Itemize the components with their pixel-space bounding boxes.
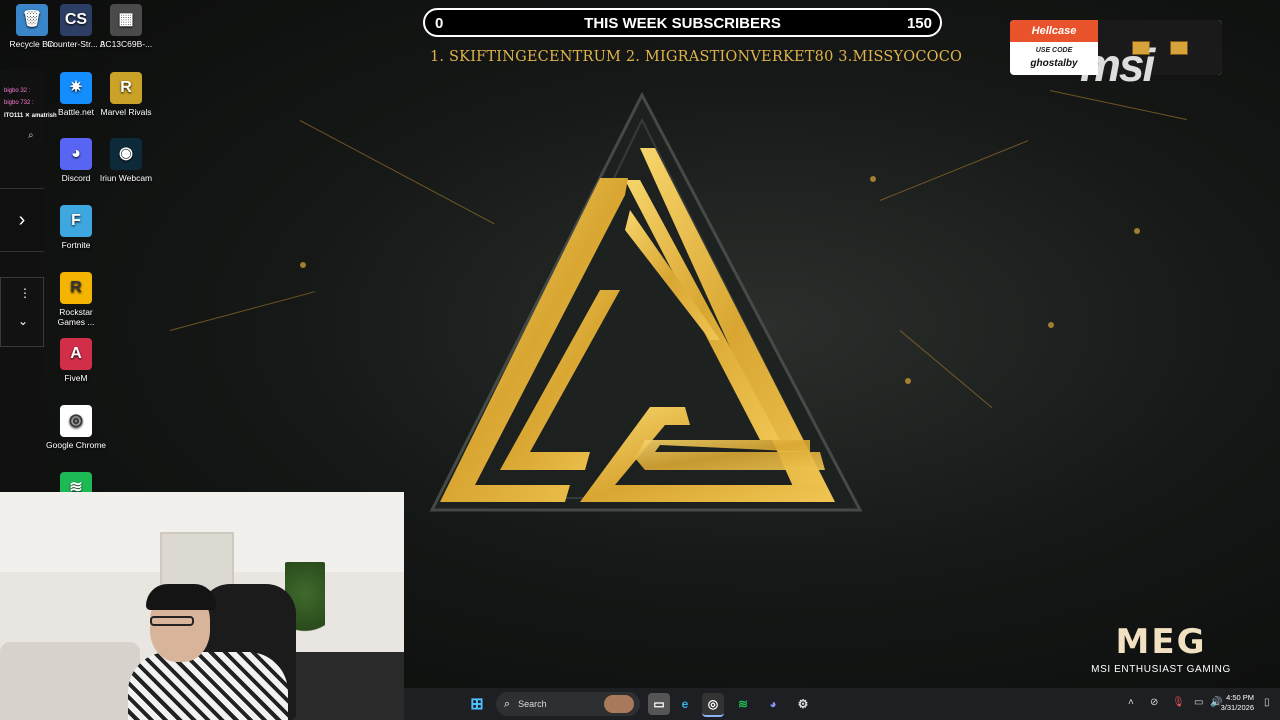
edge-icon[interactable]: e xyxy=(674,693,696,715)
system-clock[interactable]: 4:50 PM 3/31/2026 xyxy=(1221,693,1254,713)
settings-icon[interactable]: ⚙ xyxy=(792,693,814,715)
chevron-down-icon[interactable]: ⌄ xyxy=(18,314,28,328)
webcam-sofa xyxy=(0,642,140,720)
goal-end-value: 150 xyxy=(906,15,932,32)
desktop-icon-label: FiveM xyxy=(64,373,88,383)
marvel-rivals-icon: R xyxy=(110,72,142,104)
chrome-taskbar-icon[interactable]: ◎ xyxy=(702,693,724,717)
spotify-icon[interactable]: ≋ xyxy=(732,693,754,715)
more-vertical-icon[interactable]: ⋮ xyxy=(19,286,31,300)
msi-logo-watermark: msi xyxy=(1080,39,1155,91)
subscriber-goal-bar: 0 THIS WEEK SUBSCRIBERS 150 xyxy=(423,8,942,37)
notifications-icon[interactable]: ▯ xyxy=(1264,697,1270,708)
desktop-icon-ac13c69b-file[interactable]: ▦ AC13C69B-... xyxy=(96,4,156,49)
search-placeholder: Search xyxy=(518,699,547,709)
webcam-glasses xyxy=(150,616,194,626)
battle-net-icon: ✷ xyxy=(60,72,92,104)
display-icon[interactable]: ▭ xyxy=(1194,697,1203,708)
desktop-icon-label: Marvel Rivals xyxy=(100,107,152,117)
wallpaper-speck xyxy=(905,378,911,384)
top-subscribers-ticker: 1. SKIFTINGECENTRUM 2. MIGRASTIONVERKET8… xyxy=(430,49,963,65)
search-highlight-image xyxy=(604,695,634,713)
desktop-icon-rockstar-games[interactable]: R Rockstar Games ... xyxy=(46,272,106,327)
taskbar-search[interactable]: ⌕ Search xyxy=(496,692,640,716)
side-panel: ⋮ ⌄ xyxy=(0,277,44,347)
rockstar-games-icon: R xyxy=(60,272,92,304)
wallpaper-speck xyxy=(300,262,306,268)
desktop-icon-fortnite[interactable]: F Fortnite xyxy=(46,205,106,250)
webcam-cap xyxy=(146,584,216,610)
search-icon: ⌕ xyxy=(504,697,511,710)
recycle-bin-icon: 🗑 xyxy=(16,4,48,36)
wallpaper-vein xyxy=(879,140,1029,201)
iriun-webcam-icon: ◉ xyxy=(110,138,142,170)
counter-strike-2-icon: CS xyxy=(60,4,92,36)
wallpaper-speck xyxy=(1048,322,1054,328)
chat-message: bigbo 32 : xyxy=(4,88,31,94)
discord-taskbar-icon[interactable]: ◕ xyxy=(762,693,784,715)
desktop-icon-label: AC13C69B-... xyxy=(99,39,153,49)
taskbar: ⊞ ⌕ Search ▭ e ◎ ≋ ◕ ⚙ ˄ ⊘ 🎙 ▭ 🔊 4:50 PM… xyxy=(404,688,1280,720)
desktop-icon-label: Fortnite xyxy=(61,240,91,250)
meg-subtitle: MSI ENTHUSIAST GAMING xyxy=(1091,664,1231,675)
clock-date: 3/31/2026 xyxy=(1220,703,1254,712)
desktop-icon-google-chrome[interactable]: ◎ Google Chrome xyxy=(46,405,106,450)
desktop-icon-label: Rockstar Games ... xyxy=(57,307,95,327)
desktop-icon-marvel-rivals[interactable]: R Marvel Rivals xyxy=(96,72,156,117)
desktop-icon-label: Google Chrome xyxy=(46,440,107,450)
desktop-icon-iriun-webcam[interactable]: ◉ Iriun Webcam xyxy=(96,138,156,183)
task-view-icon[interactable]: ▭ xyxy=(648,693,670,715)
webcam-shirt xyxy=(128,652,288,720)
desktop-icon-label: Iriun Webcam xyxy=(99,173,153,183)
discord-icon: ◕ xyxy=(60,138,92,170)
start-button[interactable]: ⊞ xyxy=(466,693,488,715)
microphone-icon[interactable]: 🎙 xyxy=(1172,697,1185,708)
chevron-right-icon[interactable]: › xyxy=(0,188,44,252)
wallpaper-vein xyxy=(899,330,993,409)
clock-time: 4:50 PM xyxy=(1226,693,1254,702)
webcam-desk xyxy=(290,652,404,720)
wallpaper-speck xyxy=(1134,228,1140,234)
zoom-icon[interactable]: ⌕ xyxy=(28,130,34,141)
fivem-icon: A xyxy=(60,338,92,370)
goal-title: THIS WEEK SUBSCRIBERS xyxy=(584,15,781,32)
fortnite-icon: F xyxy=(60,205,92,237)
chest-icon xyxy=(1170,40,1188,55)
wallpaper-vein xyxy=(169,291,316,331)
wallpaper-speck xyxy=(870,176,876,182)
wallpaper-vein xyxy=(1049,90,1188,121)
google-chrome-icon: ◎ xyxy=(60,405,92,437)
chat-message: bigbo 732 : xyxy=(4,100,34,106)
meg-mark: MEG xyxy=(1115,622,1207,662)
network-off-icon[interactable]: ⊘ xyxy=(1150,697,1158,708)
tray-overflow-icon[interactable]: ˄ xyxy=(1128,697,1134,708)
ac13c69b-file-icon: ▦ xyxy=(110,4,142,36)
meg-logo: MEG MSI ENTHUSIAST GAMING xyxy=(1086,622,1236,675)
triangle-logo xyxy=(429,91,863,512)
desktop-icon-fivem[interactable]: A FiveM xyxy=(46,338,106,383)
webcam-streamer xyxy=(128,580,288,720)
webcam-overlay xyxy=(0,492,404,720)
